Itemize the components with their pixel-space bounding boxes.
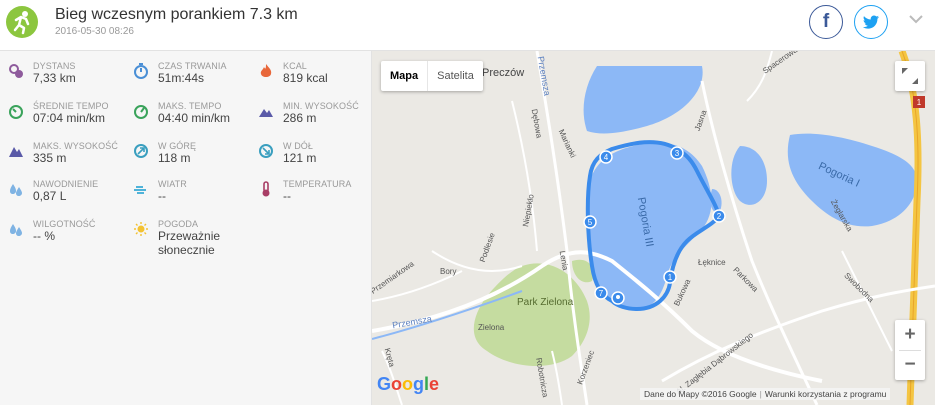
stat-value: 819 kcal [283,71,328,85]
start-pin-dot [616,295,620,299]
stat-value: Przeważnie słonecznie [158,229,221,257]
stat-label: DYSTANS [33,61,76,71]
fullscreen-button[interactable] [895,61,925,91]
stat-value: 0,87 L [33,189,67,203]
ascent-icon [134,144,148,158]
zoom-out-button[interactable]: − [895,350,925,380]
stat-value: 07:04 min/km [33,111,106,125]
map-type-control: Mapa Satelita [381,61,483,91]
google-logo-g: G [377,374,392,394]
stat-value: 7,33 km [33,71,76,85]
stat-label: POGODA [158,219,199,229]
map-data-attribution: Dane do Mapy ©2016 Google [644,389,757,399]
distance-pin-icon [9,64,23,78]
zoom-control: + − [895,320,925,380]
humidity-drops-icon [10,224,22,236]
stat-label: CZAS TRWANIA [158,61,227,71]
road-number-label: 1 [917,98,922,107]
stat-label: W DÓŁ [283,141,314,151]
route-marker-3-label: 3 [675,149,680,158]
map-type-satellite-button[interactable]: Satelita [427,61,483,91]
stat-label: WIATR [158,179,187,189]
speedometer-max-icon [134,105,148,119]
route-marker-2-label: 2 [717,212,722,221]
stat-value: 118 m [158,151,191,165]
wind-icon [134,186,146,194]
google-logo[interactable]: Google [377,374,439,395]
stats-panel: DYSTANS 7,33 km CZAS TRWANIA 51m:44s KCAL 819… [0,51,372,405]
stat-label: NAWODNIENIE [33,179,99,189]
mountain-max-icon [9,147,23,157]
facebook-icon: f [822,11,830,32]
stopwatch-icon [134,63,148,79]
fullscreen-icon [902,68,918,84]
speedometer-icon [9,105,23,119]
google-logo-e: e [429,374,440,394]
stat-value: -- [283,189,291,203]
stat-label: TEMPERATURA [283,179,352,189]
activity-title: Bieg wczesnym porankiem 7.3 km [55,6,298,23]
water-drop-icon [10,184,22,196]
flame-icon [260,64,272,77]
route-map[interactable]: 1 2 3 4 5 7 1 Preczów Pogoria III Pogori… [372,51,935,405]
google-logo-o1: o [391,374,403,394]
twitter-share-button[interactable] [854,5,888,39]
stat-value: -- % [33,229,55,243]
route-marker-5-label: 5 [588,218,593,227]
map-label-park: Park Zielona [517,297,574,308]
mountain-min-icon [259,109,273,117]
stat-value: 335 m [33,151,67,165]
thermometer-icon [262,181,270,197]
running-person-icon [6,6,38,38]
map-label-zielona: Zielona [478,323,505,332]
route-marker-1-label: 1 [668,273,673,282]
stat-label: W GÓRĘ [158,141,197,151]
stat-label: KCAL [283,61,307,71]
twitter-icon [862,15,879,29]
map-type-map-button[interactable]: Mapa [381,61,427,91]
route-marker-4-label: 4 [604,153,609,162]
stat-value: -- [158,189,166,203]
stat-label: MAKS. WYSOKOŚĆ [33,141,118,151]
zoom-in-button[interactable]: + [895,320,925,350]
stat-value: 51m:44s [158,71,205,85]
map-label-bory: Bory [440,267,457,276]
map-label-leknice: Łęknice [698,258,726,267]
google-logo-o2: o [402,374,414,394]
facebook-share-button[interactable]: f [809,5,843,39]
stat-label: WILGOTNOŚĆ [33,219,96,229]
stat-value: 286 m [283,111,317,125]
map-terms-link[interactable]: Warunki korzystania z programu [765,389,887,399]
activity-header: Bieg wczesnym porankiem 7.3 km 2016-05-3… [0,0,935,51]
stat-label: MIN. WYSOKOŚĆ [283,101,359,111]
google-logo-g2: g [413,374,425,394]
map-label-preczow: Preczów [482,67,525,79]
stat-label: MAKS. TEMPO [158,101,222,111]
sun-icon [134,222,148,236]
chevron-down-icon[interactable] [908,13,924,25]
map-attribution: Dane do Mapy ©2016 Google | Warunki korzys… [640,388,891,400]
stat-value: 04:40 min/km [158,111,231,125]
stat-label: ŚREDNIE TEMPO [33,101,109,111]
route-marker-7-label: 7 [599,289,604,298]
stat-value: 121 m [283,151,317,165]
activity-date: 2016-05-30 08:26 [55,26,134,37]
descent-icon [259,144,273,158]
